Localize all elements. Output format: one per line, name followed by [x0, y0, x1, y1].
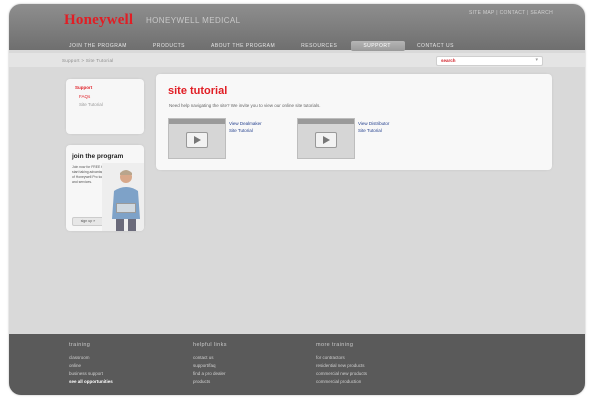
footer-column-training: training classroom online business suppo…	[69, 342, 113, 386]
footer-link[interactable]: for contractors	[316, 354, 367, 362]
nav-contact-us[interactable]: CONTACT US	[405, 41, 468, 51]
support-side-menu: Support FAQs Site Tutorial	[66, 79, 144, 134]
footer-heading: more training	[316, 342, 354, 348]
play-icon[interactable]	[315, 132, 337, 148]
intro-text: Need help navigating the site? We invite…	[169, 103, 321, 108]
thumbnail-titlebar	[298, 119, 354, 124]
browser-frame: Honeywell HONEYWELL MEDICAL SITE MAP | C…	[9, 4, 585, 395]
play-icon[interactable]	[186, 132, 208, 148]
honeywell-logo[interactable]: Honeywell	[64, 12, 133, 29]
footer-heading: training	[69, 342, 91, 348]
page-title: site tutorial	[168, 85, 228, 97]
breadcrumb[interactable]: Support > Site Tutorial	[62, 58, 114, 63]
footer-link[interactable]: see all opportunities	[69, 378, 113, 386]
promo-title: join the program	[72, 153, 124, 160]
tutorial-link[interactable]: Site Tutorial	[229, 128, 253, 133]
tutorial-link[interactable]: Site Tutorial	[358, 128, 382, 133]
footer-link[interactable]: classroom	[69, 354, 113, 362]
tutorial-link[interactable]: View Distributor	[358, 121, 389, 126]
footer-link[interactable]: commercial new products	[316, 370, 367, 378]
footer-link[interactable]: online	[69, 362, 113, 370]
footer-link[interactable]: residential new products	[316, 362, 367, 370]
footer-column-more-training: more training for contractors residentia…	[316, 342, 367, 386]
sub-bar: Support > Site Tutorial search ▾	[9, 53, 585, 67]
footer-link[interactable]: support/faq	[193, 362, 227, 370]
side-menu-title[interactable]: Support	[75, 85, 92, 90]
sign-up-button[interactable]: sign up »	[72, 217, 104, 226]
nav-join-program[interactable]: JOIN THE PROGRAM	[57, 41, 141, 51]
header-tagline: HONEYWELL MEDICAL	[146, 16, 241, 25]
sidebar-item-faqs[interactable]: FAQs	[79, 94, 90, 99]
footer-column-helpful-links: helpful links contact us support/faq fin…	[193, 342, 227, 386]
nav-resources[interactable]: RESOURCES	[289, 41, 351, 51]
site-header: Honeywell HONEYWELL MEDICAL SITE MAP | C…	[9, 4, 585, 51]
footer-link[interactable]: business support	[69, 370, 113, 378]
search-label: search	[441, 58, 456, 63]
tutorial-thumbnail[interactable]	[168, 118, 226, 159]
main-nav: JOIN THE PROGRAM PRODUCTS ABOUT THE PROG…	[57, 41, 468, 51]
tutorial-item: View Dealmaker Site Tutorial	[168, 118, 278, 162]
sidebar-item-site-tutorial[interactable]: Site Tutorial	[79, 102, 103, 107]
main-content-panel: site tutorial Need help navigating the s…	[156, 74, 552, 170]
promo-person-image	[102, 163, 144, 231]
footer-heading: helpful links	[193, 342, 227, 348]
utility-links[interactable]: SITE MAP | CONTACT | SEARCH	[469, 10, 553, 16]
footer-link[interactable]: contact us	[193, 354, 227, 362]
chevron-down-icon[interactable]: ▾	[535, 57, 538, 63]
footer-link[interactable]: find a pro dealer	[193, 370, 227, 378]
tutorial-link[interactable]: View Dealmaker	[229, 121, 262, 126]
tutorial-item: View Distributor Site Tutorial	[297, 118, 407, 162]
footer-link[interactable]: commercial production	[316, 378, 367, 386]
promo-body: Join now for FREE to start taking advant…	[72, 165, 106, 184]
search-input[interactable]: search ▾	[436, 56, 543, 66]
nav-products[interactable]: PRODUCTS	[141, 41, 199, 51]
footer-link[interactable]: products	[193, 378, 227, 386]
thumbnail-titlebar	[169, 119, 225, 124]
tutorial-thumbnail[interactable]	[297, 118, 355, 159]
site-footer: training classroom online business suppo…	[9, 334, 585, 395]
nav-about-program[interactable]: ABOUT THE PROGRAM	[199, 41, 289, 51]
nav-support[interactable]: SUPPORT	[351, 41, 405, 51]
join-program-promo: join the program Join now for FREE to st…	[66, 145, 144, 231]
